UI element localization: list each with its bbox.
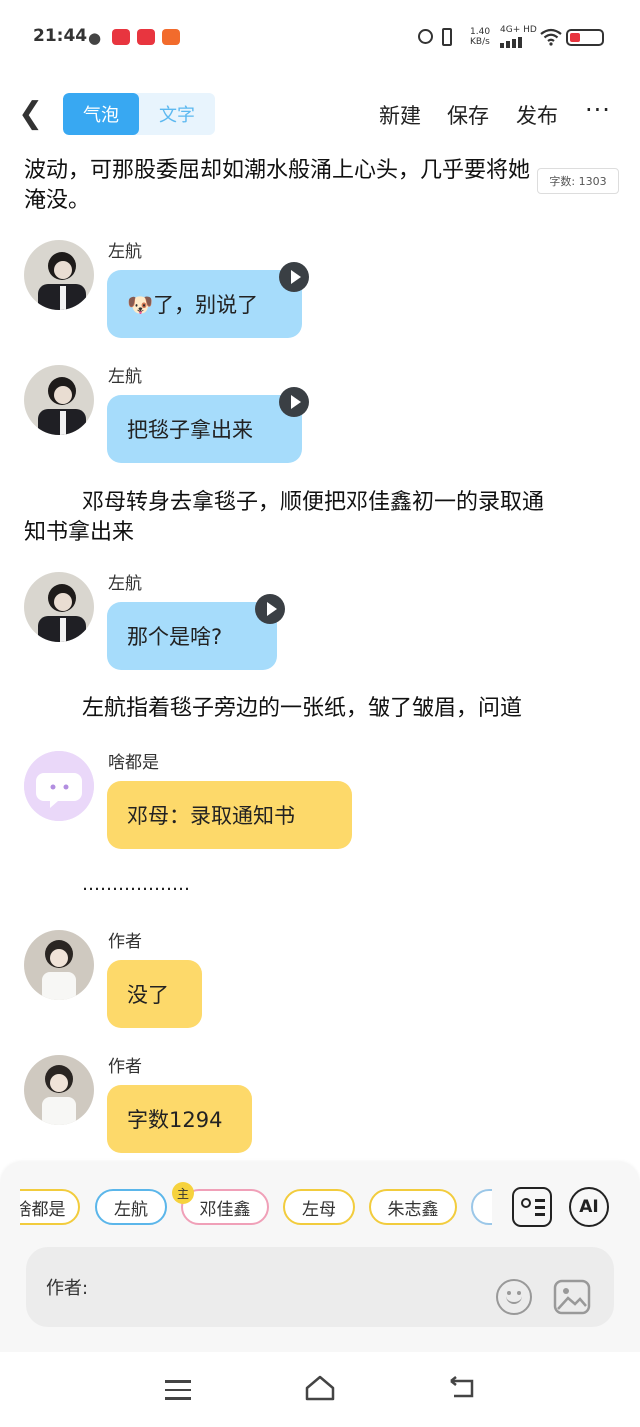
character-chip[interactable]: 啥都是 [20,1189,80,1225]
ellipsis-text: ……………… [82,874,190,895]
main-role-badge: 主 [172,1182,194,1204]
app-orange-icon [162,29,180,45]
chat-bubble[interactable]: 邓母：录取通知书 [107,781,352,849]
menu-icon[interactable] [165,1380,191,1400]
character-chip-list[interactable]: 啥都是 左航 邓佳鑫 主 左母 朱志鑫 [20,1180,492,1236]
net-speed-unit: KB/s [470,37,490,47]
chat-bubble[interactable]: 把毯子拿出来 [107,395,302,463]
story-paragraph: 左航指着毯子旁边的一张纸，皱了皱眉，问道 [82,696,523,721]
character-chip[interactable]: 朱志鑫 [369,1189,457,1225]
avatar[interactable] [24,572,94,642]
input-speaker-label: 作者: [46,1278,89,1299]
character-chip[interactable] [471,1189,492,1225]
chat-bubble[interactable]: 🐶了，别说了 [107,270,302,338]
avatar[interactable] [24,930,94,1000]
tab-bubble[interactable]: 气泡 [63,93,139,135]
character-chip[interactable]: 邓佳鑫 [181,1189,269,1225]
paragraph-line: 邓母转身去拿毯子，顺便把邓佳鑫初一的录取通 [82,490,545,515]
alarm-icon [418,29,433,44]
speaker-name: 作者 [108,932,142,952]
app-red-icon [112,29,130,45]
avatar[interactable] [24,240,94,310]
status-bar: 21:44 ● 1.40 KB/s 4G+ HD [0,0,640,78]
image-icon[interactable] [553,1279,591,1315]
signal-icon: 4G+ HD [500,25,537,48]
character-chip[interactable]: 左母 [283,1189,355,1225]
paragraph-line: 淹没。 [24,188,91,213]
chat-bubble[interactable]: 字数1294 [107,1085,252,1153]
new-button[interactable]: 新建 [379,100,421,130]
paragraph-line: 知书拿出来 [24,520,135,545]
play-icon[interactable] [279,387,309,417]
avatar[interactable] [24,1055,94,1125]
speaker-name: 左航 [108,242,142,262]
back-icon[interactable]: ❮ [18,96,43,131]
publish-button[interactable]: 发布 [516,100,558,130]
save-button[interactable]: 保存 [447,100,489,130]
status-time: 21:44 [33,26,88,46]
net-speed-value: 1.40 [470,27,491,37]
story-paragraph: 波动，可那股委屈却如潮水般涌上心头，几乎要将她 淹没。 [24,156,614,216]
app-heart-icon [137,29,155,45]
speaker-name: 作者 [108,1057,142,1077]
more-icon[interactable]: ··· [585,96,611,124]
back-nav-icon[interactable] [448,1376,476,1400]
speaker-name: 左航 [108,574,142,594]
ai-button[interactable]: AI [569,1187,609,1227]
network-type: 4G+ HD [500,25,537,35]
story-paragraph: 邓母转身去拿毯子，顺便把邓佳鑫初一的录取通 知书拿出来 [24,488,624,548]
net-speed: 1.40 KB/s [470,27,490,47]
word-count-badge: 字数: 1303 [537,168,619,194]
avatar[interactable] [24,365,94,435]
paragraph-line: 波动，可那股委屈却如潮水般涌上心头，几乎要将她 [24,158,531,183]
speaker-name: 左航 [108,367,142,387]
avatar[interactable] [24,751,94,821]
wechat-icon: ● [88,29,102,47]
character-manage-icon[interactable] [512,1187,552,1227]
mode-toggle[interactable]: 气泡 文字 [63,93,215,135]
emoji-icon[interactable] [496,1279,532,1315]
system-nav-bar [0,1352,640,1427]
character-chip[interactable]: 左航 [95,1189,167,1225]
home-icon[interactable] [304,1374,336,1402]
battery-icon [566,29,604,46]
play-icon[interactable] [279,262,309,292]
speaker-name: 啥都是 [108,753,159,773]
wifi-icon [540,28,562,46]
chat-bubble[interactable]: 那个是啥? [107,602,277,670]
chat-bubble[interactable]: 没了 [107,960,202,1028]
tab-text[interactable]: 文字 [139,93,215,135]
play-icon[interactable] [255,594,285,624]
vibrate-icon [442,28,452,46]
